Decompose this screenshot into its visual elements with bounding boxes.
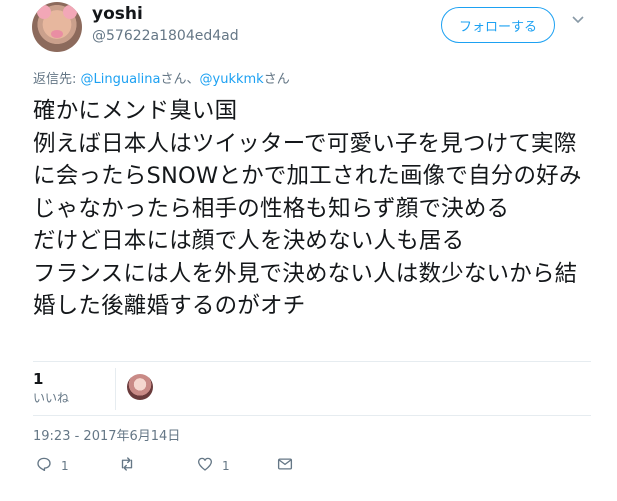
reply-count: 1	[61, 458, 69, 473]
divider	[33, 361, 591, 362]
display-name[interactable]: yoshi	[92, 4, 143, 24]
avatar-ear-left	[37, 5, 51, 19]
envelope-icon	[276, 455, 294, 476]
tweet-timestamp[interactable]: 19:23 - 2017年6月14日	[33, 425, 180, 444]
heart-icon	[196, 455, 214, 476]
liker-avatar[interactable]	[127, 374, 153, 400]
retweet-button[interactable]	[118, 455, 144, 476]
follow-button[interactable]: フォローする	[441, 7, 555, 43]
reply-to-suffix: さん	[263, 72, 290, 87]
reply-button[interactable]: 1	[35, 455, 69, 476]
retweet-icon	[118, 455, 136, 476]
reply-to-line: 返信先: @Lingualinaさん、@yukkmkさん	[33, 68, 290, 87]
like-button[interactable]: 1	[196, 455, 230, 476]
like-count: 1	[222, 458, 230, 473]
avatar-ear-right	[63, 5, 77, 19]
likes-count: 1	[33, 370, 44, 388]
avatar-nose	[51, 30, 63, 38]
reply-to-separator: さん、	[160, 72, 200, 87]
user-avatar[interactable]	[32, 2, 82, 52]
reply-to-user-1[interactable]: @Lingualina	[81, 72, 161, 87]
user-handle[interactable]: @57622a1804ed4ad	[92, 28, 239, 44]
likes-label: いいね	[33, 391, 70, 405]
likes-stat[interactable]: 1 いいね	[33, 368, 116, 410]
reply-to-user-2[interactable]: @yukkmk	[200, 72, 264, 87]
reply-icon	[35, 455, 53, 476]
follow-button-label: フォローする	[458, 19, 537, 35]
reply-to-prefix: 返信先:	[33, 72, 81, 87]
direct-message-button[interactable]	[276, 455, 294, 476]
tweet-text: 確かにメンド臭い国 例えば日本人はツイッターで可愛い子を見つけて実際に会ったらS…	[33, 98, 582, 319]
chevron-down-icon[interactable]	[572, 15, 584, 25]
divider	[33, 415, 591, 416]
